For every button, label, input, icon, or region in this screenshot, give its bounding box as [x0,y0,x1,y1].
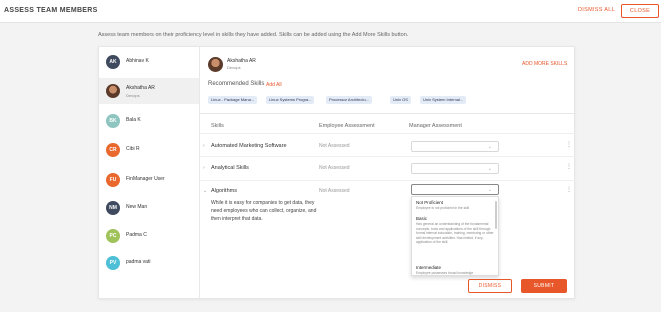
member-name: Padma C [126,232,147,238]
more-options-icon[interactable]: ⋮ [566,141,572,148]
member-item[interactable]: PC Padma C [99,223,199,249]
option-not-proficient[interactable]: Not Proficient Employee is not proficien… [416,200,494,211]
row-divider [200,156,576,157]
member-list: AK Abhinav K Akshatha AR Devops BK Bala … [99,47,200,300]
avatar-photo [106,84,120,98]
option-intermediate[interactable]: Intermediate Employee possesses broad kn… [416,265,494,275]
member-item[interactable]: FU FinManager User [99,167,199,193]
avatar: PV [106,256,120,270]
avatar: NM [106,201,120,215]
recommended-skills-label: Recommended Skills [208,81,265,87]
chevron-right-icon[interactable]: › [203,165,205,171]
more-options-icon[interactable]: ⋮ [566,186,572,193]
option-description: Has general an understanding of the fund… [416,222,494,244]
employee-assessment: Not Assessed [319,143,350,149]
skill-chip[interactable]: Linux Systems Progra... [266,96,315,104]
row-divider [200,180,576,181]
member-item[interactable]: NM New Man [99,195,199,221]
close-button[interactable]: CLOSE [621,4,659,18]
chevron-down-icon[interactable]: ⌄ [203,188,207,194]
skill-name: Analytical Skills [211,165,249,171]
skill-chip[interactable]: Processor Architectu... [326,96,373,104]
column-header-skills: Skills [211,123,224,129]
skill-chip[interactable]: Unix System Internal... [420,96,467,104]
avatar: FU [106,173,120,187]
option-description: Employee possesses broad knowledge [416,271,474,275]
assessment-dropdown: Not Proficient Employee is not proficien… [411,196,499,276]
member-item-selected[interactable]: Akshatha AR Devops [99,78,199,104]
divider [200,113,576,114]
chevron-down-icon: ⌄ [487,187,492,193]
member-item[interactable]: CR Cibi R [99,137,199,163]
skill-chip[interactable]: Unix OS [390,96,411,104]
option-title: Intermediate [416,265,442,270]
member-item[interactable]: PV padma vati [99,250,199,276]
dropdown-scrollbar[interactable] [495,201,497,229]
submit-button[interactable]: SUBMIT [521,279,567,293]
avatar: AK [106,55,120,69]
member-name: Akshatha AR [126,85,155,91]
avatar: CR [106,143,120,157]
employee-assessment: Not Assessed [319,165,350,171]
column-header-manager: Manager Assessment [409,123,462,129]
skill-name: Algorithms [211,188,237,194]
column-header-employee: Employee Assessment [319,123,375,129]
option-title: Not Proficient [416,200,444,205]
chevron-right-icon[interactable]: › [203,143,205,149]
manager-assessment-select[interactable]: ⌄ [411,141,499,152]
selected-name: Akshatha AR [227,58,256,64]
skill-description: While it is easy for companies to get da… [211,200,317,222]
member-item[interactable]: BK Bala K [99,108,199,134]
top-bar: ASSESS TEAM MEMBERS DISMISS ALL CLOSE [0,0,661,23]
member-name: Cibi R [126,146,140,152]
avatar: PC [106,229,120,243]
chevron-down-icon: ⌄ [487,144,492,150]
member-item[interactable]: AK Abhinav K [99,49,199,75]
dismiss-button[interactable]: DISMISS [468,279,512,293]
selected-role: Devops [227,65,241,70]
member-name: New Man [126,204,148,210]
dismiss-all-button[interactable]: DISMISS ALL [578,7,615,13]
avatar: BK [106,114,120,128]
add-more-skills-button[interactable]: ADD MORE SKILLS [522,61,567,67]
member-role: Devops [126,93,140,98]
chevron-down-icon: ⌄ [487,166,492,172]
skill-name: Automated Marketing Software [211,143,287,149]
divider [200,133,576,134]
member-name: padma vati [126,259,151,265]
option-title: Basic [416,216,428,221]
option-basic[interactable]: Basic Has general an understanding of th… [416,216,494,245]
member-name: Abhinav K [126,58,149,64]
assessment-card: AK Abhinav K Akshatha AR Devops BK Bala … [98,46,576,300]
assessment-panel: Akshatha AR Devops ADD MORE SKILLS Recom… [200,47,576,300]
member-name: FinManager User [126,176,165,182]
more-options-icon[interactable]: ⋮ [566,163,572,170]
skill-chip[interactable]: Linux - Package Mana... [208,96,258,104]
add-all-link[interactable]: Add All [266,82,282,88]
manager-assessment-select-open[interactable]: ⌄ [411,184,499,195]
manager-assessment-select[interactable]: ⌄ [411,163,499,174]
page-title: ASSESS TEAM MEMBERS [4,7,98,14]
selected-avatar [208,57,223,72]
employee-assessment: Not Assessed [319,188,350,194]
member-name: Bala K [126,117,141,123]
page-description: Assess team members on their proficiency… [98,32,409,38]
option-description: Employee is not proficient in the skill [416,206,470,210]
